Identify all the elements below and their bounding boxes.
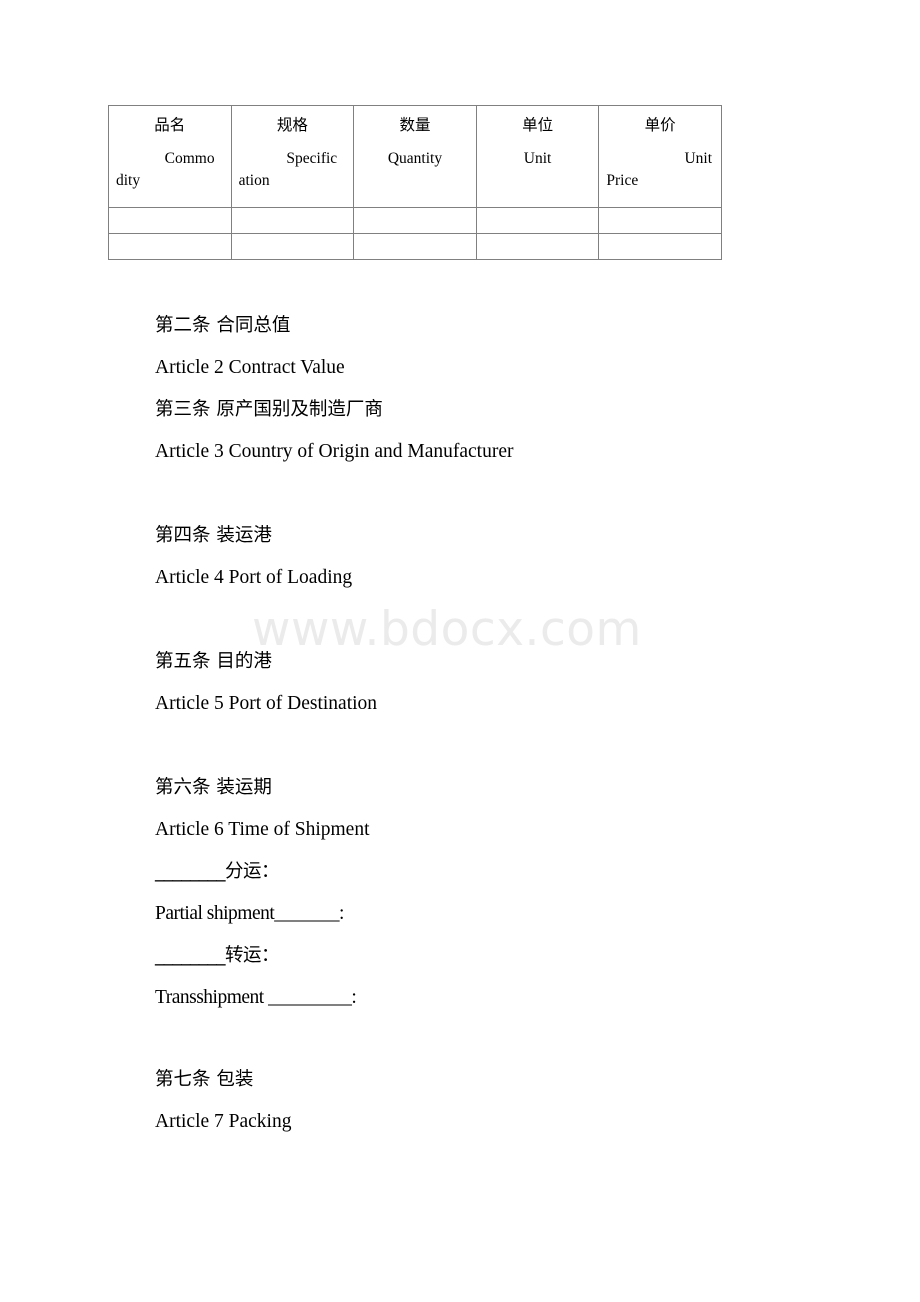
article-2-en-title: Article 2 Contract Value [155, 357, 345, 378]
article-6-cn-title: 第六条 装运期 [155, 777, 272, 798]
header-en-unit: Unit [523, 150, 552, 167]
article-3-cn-title: 第三条 原产国别及制造厂商 [155, 399, 383, 420]
header-en-commodity: Commo dity [116, 148, 224, 192]
partial-shipment-en-field[interactable]: Partial shipment_______: [155, 893, 855, 935]
table-cell-unit[interactable] [475, 233, 600, 260]
table-cell-commodity[interactable] [108, 233, 232, 260]
header-cn-unit-price: 单价 [644, 116, 676, 134]
partial-shipment-cn-field[interactable]: ________分运： [155, 851, 855, 893]
header-cn-specification: 规格 [276, 116, 308, 134]
header-cn-commodity: 品名 [154, 116, 186, 134]
article-3-en-title: Article 3 Country of Origin and Manufact… [155, 441, 514, 462]
article-7-en-title: Article 7 Packing [155, 1111, 292, 1132]
table-header-cell-quantity: 数量 Quantity [353, 105, 477, 208]
header-en-commodity-line1: Commo [164, 150, 215, 167]
table-header-cell-commodity: 品名 Commo dity [108, 105, 232, 208]
article-4-en-title: Article 4 Port of Loading [155, 567, 353, 588]
header-en-unit-price-line2: Price [606, 172, 639, 189]
header-en-unit-price: Unit Price [606, 148, 714, 192]
table-cell-unit-price[interactable] [598, 233, 722, 260]
articles-body: 第二条 合同总值 Article 2 Contract Value 第三条 原产… [155, 305, 855, 1143]
table-cell-quantity[interactable] [353, 233, 477, 260]
table-cell-unit-price[interactable] [598, 207, 722, 234]
transshipment-en-field[interactable]: Transshipment _________: [155, 977, 855, 1019]
table-header-row: 品名 Commo dity 规格 Specific ation 数量 Quant… [108, 105, 722, 208]
table-cell-commodity[interactable] [108, 207, 232, 234]
table-cell-unit[interactable] [475, 207, 600, 234]
table-row[interactable] [108, 233, 722, 260]
header-en-specification: Specific ation [239, 148, 347, 192]
article-5-cn-title: 第五条 目的港 [155, 651, 272, 672]
header-en-commodity-line2: dity [116, 172, 141, 189]
header-en-specification-line2: ation [238, 172, 270, 189]
table-header-cell-unit-price: 单价 Unit Price [598, 105, 722, 208]
table-header-cell-specification: 规格 Specific ation [230, 105, 355, 208]
header-en-specification-line1: Specific [286, 150, 338, 167]
article-5-en-title: Article 5 Port of Destination [155, 693, 378, 714]
table-row[interactable] [108, 207, 722, 234]
transshipment-cn-field[interactable]: ________转运： [155, 935, 855, 977]
article-6-en-title: Article 6 Time of Shipment [155, 819, 370, 840]
header-cn-quantity: 数量 [399, 116, 431, 134]
table-cell-specification[interactable] [230, 207, 355, 234]
header-en-unit-price-line1: Unit [684, 150, 712, 167]
table-cell-specification[interactable] [230, 233, 355, 260]
article-7-cn-title: 第七条 包装 [155, 1069, 254, 1090]
header-cn-unit: 单位 [522, 116, 554, 134]
commodity-table: 品名 Commo dity 规格 Specific ation 数量 Quant… [108, 105, 722, 260]
table-header-cell-unit: 单位 Unit [475, 105, 600, 208]
header-en-quantity: Quantity [387, 150, 443, 167]
article-4-cn-title: 第四条 装运港 [155, 525, 272, 546]
article-2-cn-title: 第二条 合同总值 [155, 315, 291, 336]
document-page: www.bdocx.com 品名 Commo dity 规格 Specific … [0, 0, 920, 1302]
table-cell-quantity[interactable] [353, 207, 477, 234]
